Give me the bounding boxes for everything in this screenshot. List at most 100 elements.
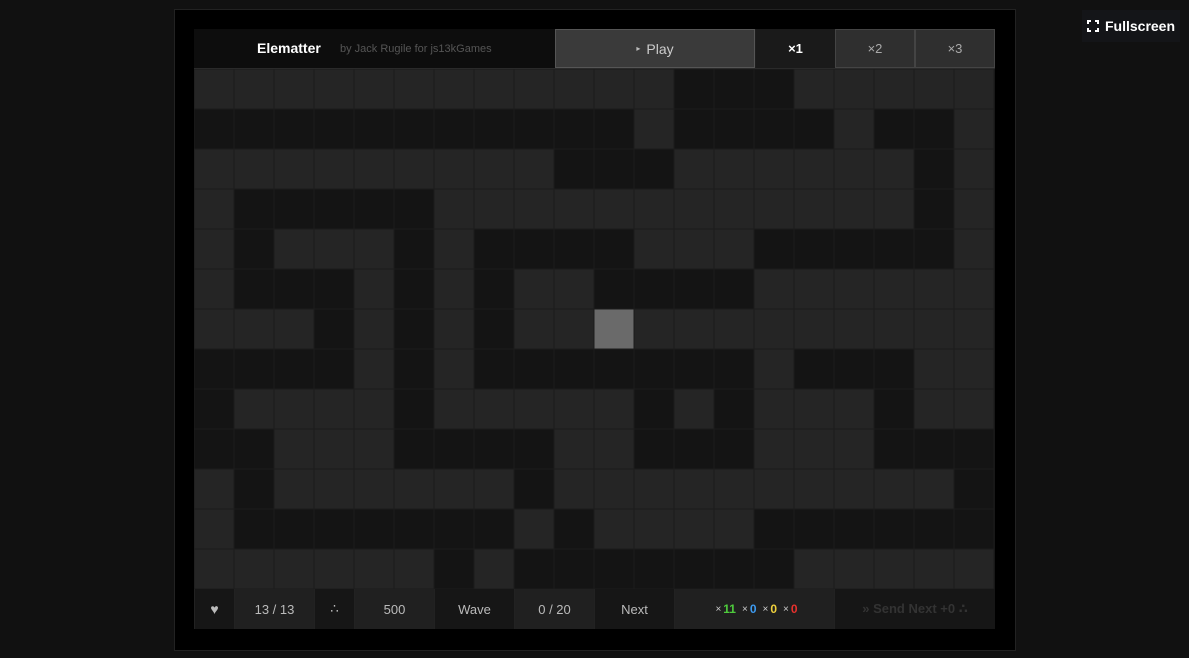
path-tile[interactable] (473, 428, 515, 470)
wall-tile[interactable] (473, 468, 515, 510)
wall-tile[interactable] (194, 308, 235, 350)
wall-tile[interactable] (753, 388, 795, 430)
wall-tile[interactable] (833, 188, 875, 230)
wall-tile[interactable] (593, 468, 635, 510)
wall-tile[interactable] (353, 548, 395, 589)
path-tile[interactable] (793, 108, 835, 150)
path-tile[interactable] (393, 388, 435, 430)
path-tile[interactable] (273, 188, 315, 230)
wall-tile[interactable] (433, 69, 475, 110)
wall-tile[interactable] (194, 508, 235, 550)
wall-tile[interactable] (473, 69, 515, 110)
path-tile[interactable] (513, 548, 555, 589)
wall-tile[interactable] (753, 428, 795, 470)
wall-tile[interactable] (273, 148, 315, 190)
wall-tile[interactable] (673, 148, 715, 190)
path-tile[interactable] (713, 388, 755, 430)
wall-tile[interactable] (713, 188, 755, 230)
path-tile[interactable] (473, 268, 515, 310)
path-tile[interactable] (833, 228, 875, 270)
path-tile[interactable] (593, 268, 635, 310)
send-next-button[interactable]: » Send Next +0 ∴ (834, 589, 995, 629)
wall-tile[interactable] (313, 388, 355, 430)
wall-tile[interactable] (633, 308, 675, 350)
path-tile[interactable] (913, 508, 955, 550)
path-tile[interactable] (313, 308, 355, 350)
wall-tile[interactable] (913, 388, 955, 430)
path-tile[interactable] (233, 108, 275, 150)
wall-tile[interactable] (673, 468, 715, 510)
wall-tile[interactable] (833, 428, 875, 470)
wall-tile[interactable] (753, 348, 795, 390)
wall-tile[interactable] (873, 268, 915, 310)
path-tile[interactable] (593, 228, 635, 270)
wall-tile[interactable] (433, 148, 475, 190)
wall-tile[interactable] (633, 468, 675, 510)
wall-tile[interactable] (873, 548, 915, 589)
wall-tile[interactable] (753, 268, 795, 310)
wall-tile[interactable] (553, 188, 595, 230)
wall-tile[interactable] (353, 428, 395, 470)
path-tile[interactable] (313, 188, 355, 230)
path-tile[interactable] (353, 108, 395, 150)
path-tile[interactable] (873, 428, 915, 470)
path-tile[interactable] (953, 508, 995, 550)
path-tile[interactable] (633, 388, 675, 430)
path-tile[interactable] (793, 228, 835, 270)
wall-tile[interactable] (433, 268, 475, 310)
wall-tile[interactable] (793, 69, 835, 110)
wall-tile[interactable] (953, 69, 995, 110)
wall-tile[interactable] (313, 148, 355, 190)
wall-tile[interactable] (833, 548, 875, 589)
wall-tile[interactable] (793, 468, 835, 510)
wall-tile[interactable] (793, 548, 835, 589)
wall-tile[interactable] (393, 69, 435, 110)
wall-tile[interactable] (593, 508, 635, 550)
wall-tile[interactable] (393, 148, 435, 190)
path-tile[interactable] (194, 108, 235, 150)
path-tile[interactable] (473, 348, 515, 390)
path-tile[interactable] (713, 548, 755, 589)
wall-tile[interactable] (673, 308, 715, 350)
wall-tile[interactable] (433, 228, 475, 270)
wall-tile[interactable] (873, 308, 915, 350)
wall-tile[interactable] (833, 69, 875, 110)
wall-tile[interactable] (953, 548, 995, 589)
wall-tile[interactable] (793, 188, 835, 230)
wall-tile[interactable] (793, 268, 835, 310)
next-wave-button[interactable]: Next (594, 589, 674, 629)
path-tile[interactable] (233, 228, 275, 270)
wall-tile[interactable] (673, 388, 715, 430)
path-tile[interactable] (833, 508, 875, 550)
wall-tile[interactable] (913, 548, 955, 589)
path-tile[interactable] (553, 548, 595, 589)
wall-tile[interactable] (433, 188, 475, 230)
wall-tile[interactable] (313, 69, 355, 110)
path-tile[interactable] (393, 508, 435, 550)
path-tile[interactable] (473, 228, 515, 270)
wall-tile[interactable] (713, 228, 755, 270)
path-tile[interactable] (913, 148, 955, 190)
path-tile[interactable] (753, 108, 795, 150)
wall-tile[interactable] (553, 268, 595, 310)
wall-tile[interactable] (953, 108, 995, 150)
wall-tile[interactable] (873, 468, 915, 510)
path-tile[interactable] (194, 348, 235, 390)
wall-tile[interactable] (953, 188, 995, 230)
wall-tile[interactable] (233, 308, 275, 350)
speed-1x-button[interactable]: ×1 (755, 29, 835, 68)
path-tile[interactable] (393, 228, 435, 270)
wall-tile[interactable] (953, 348, 995, 390)
path-tile[interactable] (873, 108, 915, 150)
path-tile[interactable] (393, 268, 435, 310)
wall-tile[interactable] (833, 308, 875, 350)
wall-tile[interactable] (433, 308, 475, 350)
wall-tile[interactable] (553, 69, 595, 110)
wall-tile[interactable] (233, 548, 275, 589)
path-tile[interactable] (913, 228, 955, 270)
wall-tile[interactable] (793, 388, 835, 430)
selected-tile[interactable] (593, 308, 635, 350)
wall-tile[interactable] (194, 188, 235, 230)
wall-tile[interactable] (513, 69, 555, 110)
path-tile[interactable] (873, 388, 915, 430)
